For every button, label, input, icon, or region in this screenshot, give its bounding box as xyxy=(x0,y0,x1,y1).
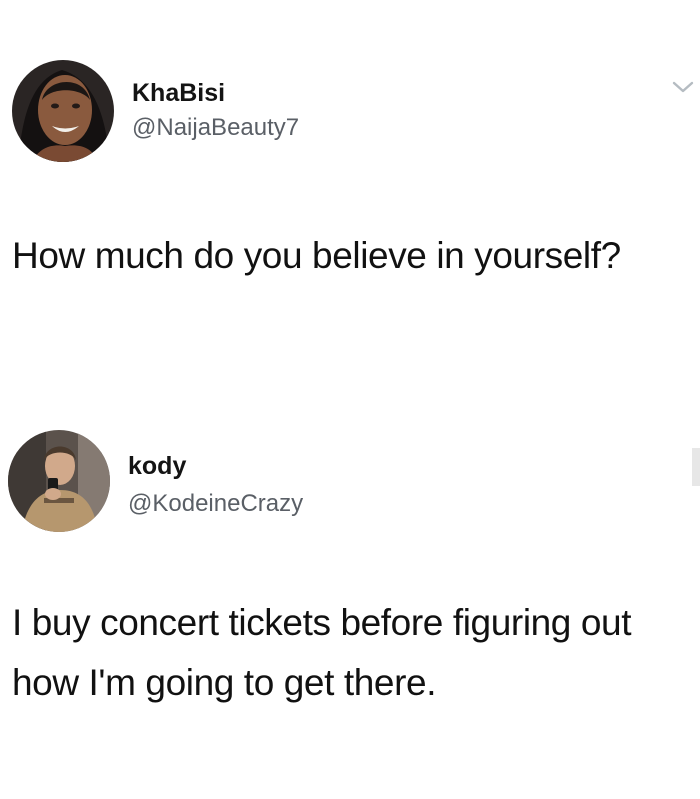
avatar-kody[interactable] xyxy=(8,430,110,532)
edge-divider xyxy=(692,448,700,486)
avatar-khabisi[interactable] xyxy=(12,60,114,162)
display-name[interactable]: KhaBisi xyxy=(132,79,225,108)
user-handle[interactable]: @NaijaBeauty7 xyxy=(132,114,299,142)
chevron-down-icon[interactable] xyxy=(672,80,694,94)
tweet-text: I buy concert tickets before figuring ou… xyxy=(12,602,632,703)
woman-portrait-avatar-icon xyxy=(12,60,114,162)
tweet-text: How much do you believe in yourself? xyxy=(12,235,621,276)
user-handle[interactable]: @KodeineCrazy xyxy=(128,490,303,518)
display-name[interactable]: kody xyxy=(128,452,186,481)
man-selfie-avatar-icon xyxy=(8,430,110,532)
